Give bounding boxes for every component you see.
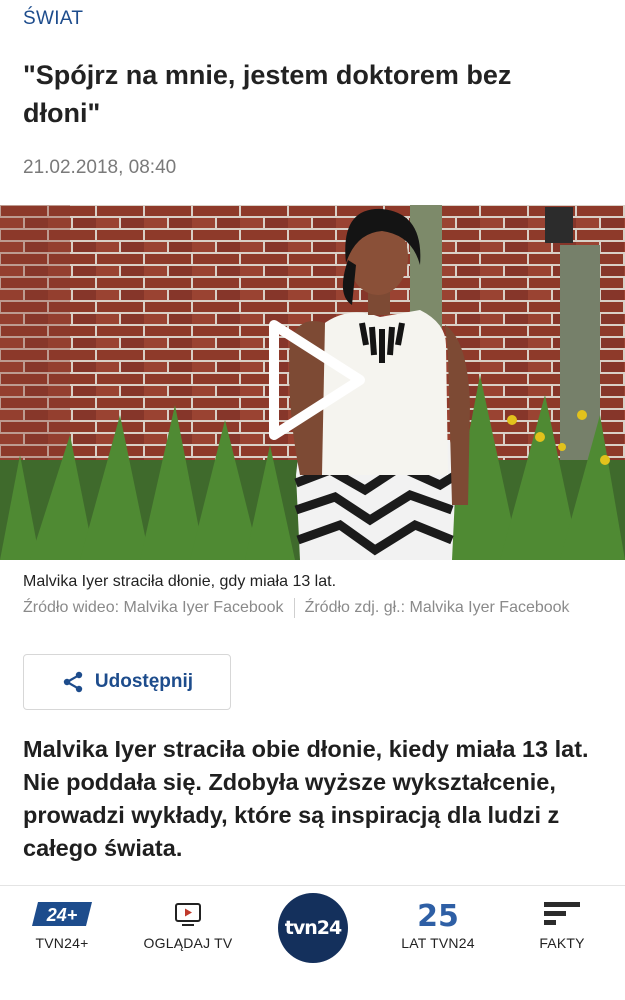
nav-item-fakty[interactable]: FAKTY xyxy=(502,886,622,966)
tvn24-plus-badge: 24+ xyxy=(46,905,78,925)
publish-date: 21.02.2018, 08:40 xyxy=(23,157,177,178)
25-years-icon: 25 xyxy=(417,900,459,930)
nav-label-fakty: FAKTY xyxy=(539,935,585,951)
video-player[interactable] xyxy=(0,205,625,560)
photo-source: Źródło zdj. gł.: Malvika Iyer Facebook xyxy=(304,599,570,617)
nav-item-tvn24-plus[interactable]: 24+ TVN24+ xyxy=(2,886,122,966)
tvn24-logo[interactable]: tvn24 xyxy=(278,893,348,963)
nav-item-25-years[interactable]: 25 LAT TVN24 xyxy=(378,886,498,966)
article-headline: "Spójrz na mnie, jestem doktorem bez dło… xyxy=(23,60,512,128)
share-button[interactable]: Udostępnij xyxy=(23,654,231,710)
source-divider xyxy=(293,598,295,618)
tvn24-plus-icon: 24+ xyxy=(32,902,92,926)
fakty-icon xyxy=(544,902,580,925)
article-lead: Malvika Iyer straciła obie dłonie, kiedy… xyxy=(23,736,589,861)
share-button-label: Udostępnij xyxy=(94,671,194,692)
nav-label-25-years: LAT TVN24 xyxy=(401,935,475,951)
nav-label-watch-tv: OGLĄDAJ TV xyxy=(143,935,233,951)
tv-play-icon xyxy=(175,903,201,926)
bottom-navigation: 24+ TVN24+ OGLĄDAJ TV tvn24 25 LAT TVN24… xyxy=(0,885,625,1000)
text-fade xyxy=(563,598,603,618)
section-link[interactable]: ŚWIAT xyxy=(23,8,83,30)
media-sources: Źródło wideo: Malvika Iyer Facebook Źródł… xyxy=(23,598,603,618)
play-icon[interactable] xyxy=(262,315,372,445)
video-source: Źródło wideo: Malvika Iyer Facebook xyxy=(23,599,284,617)
25-years-badge: 25 xyxy=(417,900,459,930)
tvn24-logo-text: tvn24 xyxy=(284,917,342,939)
nav-item-watch-tv[interactable]: OGLĄDAJ TV xyxy=(128,886,248,966)
nav-label-tvn24-plus: TVN24+ xyxy=(35,935,89,951)
share-icon xyxy=(63,671,83,693)
media-caption: Malvika Iyer straciła dłonie, gdy miała … xyxy=(23,573,337,590)
